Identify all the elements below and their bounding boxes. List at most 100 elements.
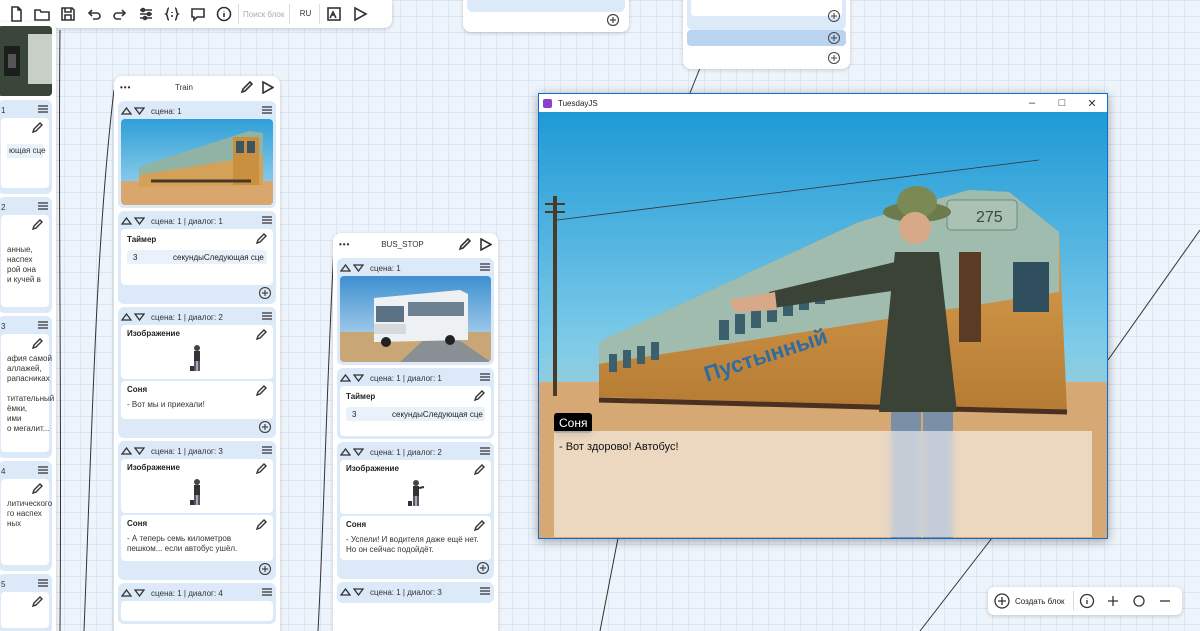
edit-icon[interactable] [255, 463, 267, 475]
close-icon[interactable]: ✕ [1077, 97, 1107, 110]
reorder-arrows[interactable] [340, 263, 364, 273]
scene-card[interactable]: сцена: 1 [337, 258, 494, 365]
up-arrow-icon[interactable] [340, 587, 351, 597]
reorder-arrows[interactable] [121, 312, 145, 322]
add-block-button[interactable] [121, 419, 273, 435]
edit-icon[interactable] [255, 233, 267, 245]
reorder-arrows[interactable] [121, 106, 145, 116]
more-icon[interactable]: ••• [120, 83, 136, 92]
image-gallery-icon[interactable] [322, 2, 346, 26]
up-arrow-icon[interactable] [340, 373, 351, 383]
reorder-arrows[interactable] [340, 447, 364, 457]
menu-icon[interactable] [261, 105, 273, 117]
down-arrow-icon[interactable] [353, 263, 364, 273]
menu-icon[interactable] [261, 445, 273, 457]
edit-icon[interactable] [255, 329, 267, 341]
info-icon[interactable] [212, 2, 236, 26]
down-arrow-icon[interactable] [353, 447, 364, 457]
menu-icon[interactable] [261, 215, 273, 227]
menu-icon[interactable] [37, 465, 49, 477]
down-arrow-icon[interactable] [353, 373, 364, 383]
dialog-card[interactable]: сцена: 1 | диалог: 1 Таймер 3 секундыСле… [337, 368, 494, 439]
more-icon[interactable]: ••• [339, 240, 355, 249]
edit-icon[interactable] [31, 483, 43, 495]
variables-icon[interactable] [160, 2, 184, 26]
play-icon[interactable] [261, 80, 274, 94]
add-block-button[interactable] [121, 561, 273, 577]
scene-card[interactable]: сцена: 1 [118, 101, 276, 208]
undo-icon[interactable] [82, 2, 106, 26]
dialog-card[interactable]: сцена: 1 | диалог: 1 Таймер 3 секундыСле… [118, 211, 276, 304]
down-arrow-icon[interactable] [134, 106, 145, 116]
play-icon[interactable] [348, 2, 372, 26]
play-icon[interactable] [479, 237, 492, 251]
edit-icon[interactable] [473, 390, 485, 402]
menu-icon[interactable] [37, 201, 49, 213]
create-block-button[interactable]: Создать блок [994, 591, 1074, 611]
redo-icon[interactable] [108, 2, 132, 26]
menu-icon[interactable] [479, 586, 491, 598]
up-arrow-icon[interactable] [121, 216, 132, 226]
menu-icon[interactable] [37, 320, 49, 332]
edit-icon[interactable] [473, 520, 485, 532]
search-input[interactable]: Поиск блок [238, 4, 290, 24]
reorder-arrows[interactable] [121, 216, 145, 226]
edit-icon[interactable] [473, 464, 485, 476]
edit-icon[interactable] [458, 237, 471, 251]
edit-icon[interactable] [31, 219, 43, 231]
dialog-card[interactable]: сцена: 1 | диалог: 4 [118, 583, 276, 624]
timer-field[interactable]: 3 секундыСледующая сце [346, 407, 485, 421]
game-preview-window[interactable]: TuesdayJS – □ ✕ 275 Пустынный Соня - Вот… [538, 93, 1108, 539]
down-arrow-icon[interactable] [353, 587, 364, 597]
edit-icon[interactable] [255, 519, 267, 531]
game-scene[interactable]: 275 Пустынный Соня - Вот здорово! Автобу… [539, 112, 1107, 538]
edit-icon[interactable] [31, 122, 43, 134]
window-titlebar[interactable]: TuesdayJS – □ ✕ [539, 94, 1107, 112]
down-arrow-icon[interactable] [134, 312, 145, 322]
timer-field[interactable]: 3 секундыСледующая сце [127, 250, 267, 264]
down-arrow-icon[interactable] [134, 216, 145, 226]
plus-icon[interactable] [828, 52, 840, 66]
info-icon[interactable] [1074, 593, 1100, 609]
menu-icon[interactable] [479, 372, 491, 384]
comment-icon[interactable] [186, 2, 210, 26]
menu-icon[interactable] [37, 578, 49, 590]
add-block-button[interactable] [463, 12, 629, 28]
up-arrow-icon[interactable] [340, 447, 351, 457]
dialog-box[interactable]: - Вот здорово! Автобус! [554, 431, 1092, 537]
edit-icon[interactable] [31, 596, 43, 608]
maximize-icon[interactable]: □ [1047, 97, 1077, 109]
plus-icon[interactable] [828, 10, 840, 24]
edit-icon[interactable] [255, 385, 267, 397]
up-arrow-icon[interactable] [340, 263, 351, 273]
reorder-arrows[interactable] [340, 587, 364, 597]
add-block-button[interactable] [340, 560, 491, 576]
menu-icon[interactable] [261, 311, 273, 323]
dialog-card[interactable]: сцена: 1 | диалог: 3 Изображение Соня - … [118, 441, 276, 580]
zoom-out-icon[interactable] [1152, 593, 1178, 609]
edit-icon[interactable] [31, 338, 43, 350]
reorder-arrows[interactable] [121, 588, 145, 598]
menu-icon[interactable] [479, 262, 491, 274]
reorder-arrows[interactable] [121, 446, 145, 456]
up-arrow-icon[interactable] [121, 106, 132, 116]
down-arrow-icon[interactable] [134, 446, 145, 456]
language-selector[interactable]: RU [292, 4, 320, 24]
menu-icon[interactable] [261, 587, 273, 599]
add-block-button[interactable] [121, 285, 273, 301]
up-arrow-icon[interactable] [121, 588, 132, 598]
up-arrow-icon[interactable] [121, 446, 132, 456]
dialog-card[interactable]: сцена: 1 | диалог: 2 Изображение Соня - … [118, 307, 276, 438]
reorder-arrows[interactable] [340, 373, 364, 383]
zoom-reset-icon[interactable] [1126, 593, 1152, 609]
dialog-card[interactable]: сцена: 1 | диалог: 3 [337, 582, 494, 603]
settings-sliders-icon[interactable] [134, 2, 158, 26]
plus-icon[interactable] [828, 32, 840, 46]
save-icon[interactable] [56, 2, 80, 26]
edit-icon[interactable] [240, 80, 253, 94]
menu-icon[interactable] [37, 104, 49, 116]
menu-icon[interactable] [479, 446, 491, 458]
up-arrow-icon[interactable] [121, 312, 132, 322]
dialog-card[interactable]: сцена: 1 | диалог: 2 Изображение Соня - … [337, 442, 494, 579]
down-arrow-icon[interactable] [134, 588, 145, 598]
